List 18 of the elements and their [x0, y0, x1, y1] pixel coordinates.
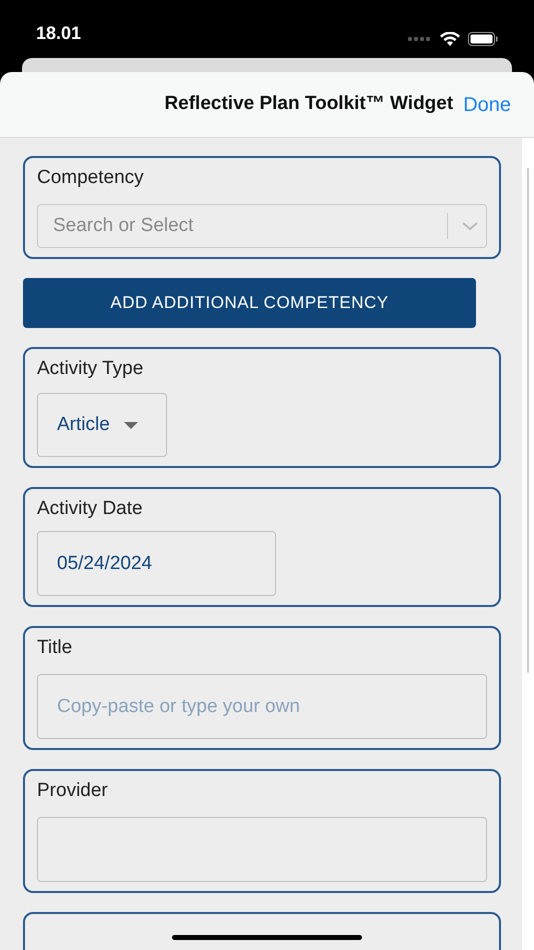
- field-label: Competency: [37, 166, 145, 189]
- field-label: Provider: [37, 779, 109, 802]
- caret-icon: [124, 422, 138, 428]
- signal-icon: [408, 37, 432, 41]
- sheet-title: Reflective Plan Toolkit™ Widget: [164, 92, 454, 116]
- battery-icon: [468, 32, 498, 46]
- clock-time: 18.01: [36, 22, 82, 45]
- text-field[interactable]: Copy-paste or type your own: [37, 674, 487, 739]
- add-competency-button[interactable]: ADD ADDITIONAL COMPETENCY: [23, 278, 476, 328]
- field-label: Activity Date: [37, 497, 144, 520]
- field-label: Activity Type: [37, 357, 144, 380]
- text-area[interactable]: [37, 817, 487, 882]
- dropdown-button[interactable]: Article: [37, 393, 167, 457]
- chevron-down-icon: [462, 222, 478, 230]
- date-field[interactable]: 05/24/2024: [37, 531, 276, 596]
- field-label: Title: [37, 636, 74, 659]
- wifi-icon: [440, 32, 460, 46]
- done-button[interactable]: Done: [463, 90, 511, 120]
